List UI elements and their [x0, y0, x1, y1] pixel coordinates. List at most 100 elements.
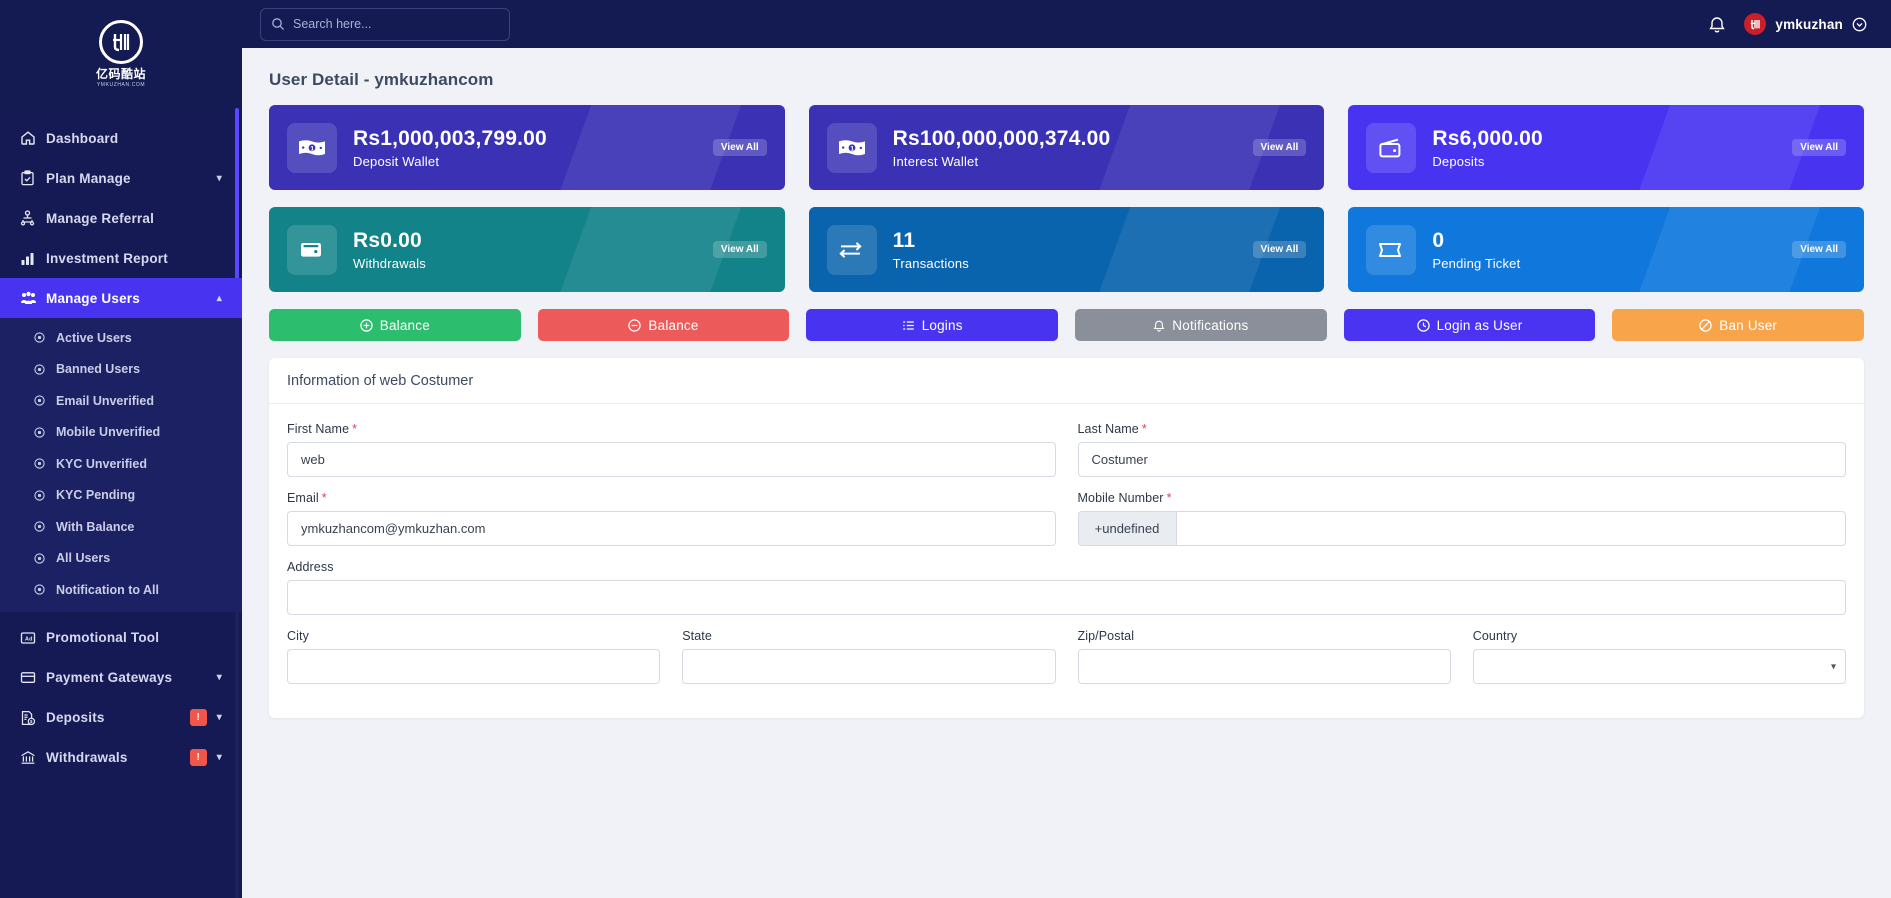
view-all-button[interactable]: View All	[713, 139, 767, 156]
sidebar-item-manage-referral[interactable]: Manage Referral	[0, 198, 242, 238]
user-info-panel: Information of web Costumer First Name* …	[269, 358, 1864, 718]
stat-card-interest-wallet[interactable]: 1 Rs100,000,000,374.00 Interest Wallet V…	[809, 105, 1325, 190]
chevron-down-icon: ▾	[217, 173, 222, 184]
notifications-button[interactable]: Notifications	[1075, 309, 1327, 341]
logins-button[interactable]: Logins	[806, 309, 1058, 341]
stat-text: Rs0.00 Withdrawals	[353, 228, 426, 270]
search-input[interactable]	[293, 17, 499, 31]
required-mark: *	[1167, 491, 1172, 505]
user-menu[interactable]: ymkuzhan	[1744, 13, 1867, 35]
email-input[interactable]	[287, 511, 1056, 546]
form-group-mobile: Mobile Number* +undefined	[1078, 491, 1847, 546]
sidebar-subitem-label: Mobile Unverified	[56, 425, 160, 439]
form-row-contact: Email* Mobile Number* +undefined	[287, 491, 1846, 546]
stat-card-deposits[interactable]: Rs6,000.00 Deposits View All	[1348, 105, 1864, 190]
circle-dot-icon	[34, 332, 56, 343]
sidebar-subitem-kyc-pending[interactable]: KYC Pending	[0, 480, 242, 512]
brand-logo-block[interactable]: 亿码酷站 YMKUZHAN.COM	[0, 0, 242, 108]
last-name-label: Last Name*	[1078, 422, 1847, 436]
stat-card-transactions[interactable]: 11 Transactions View All	[809, 207, 1325, 292]
login-as-user-button[interactable]: Login as User	[1344, 309, 1596, 341]
topbar-right: ymkuzhan	[1708, 13, 1867, 35]
sidebar-subitem-mobile-unverified[interactable]: Mobile Unverified	[0, 417, 242, 449]
sidebar-subitem-with-balance[interactable]: With Balance	[0, 511, 242, 543]
chevron-down-circle-icon[interactable]	[1852, 17, 1867, 32]
form-row-location: City State Zip/Postal	[287, 629, 1846, 684]
country-label: Country	[1473, 629, 1846, 643]
sidebar-item-withdrawals[interactable]: Withdrawals ! ▾	[0, 738, 242, 778]
zip-label: Zip/Postal	[1078, 629, 1451, 643]
subtract-balance-button[interactable]: Balance	[538, 309, 790, 341]
zip-input[interactable]	[1078, 649, 1451, 684]
city-input[interactable]	[287, 649, 660, 684]
mobile-number-input[interactable]	[1176, 511, 1847, 546]
brand-name-latin: YMKUZHAN.COM	[97, 82, 145, 88]
add-balance-button[interactable]: Balance	[269, 309, 521, 341]
sidebar-item-dashboard[interactable]: Dashboard	[0, 118, 242, 158]
credit-card-icon	[20, 671, 46, 684]
bell-icon[interactable]	[1708, 15, 1726, 34]
sidebar-item-label: Payment Gateways	[46, 670, 217, 685]
label-text: State	[682, 629, 712, 643]
plus-circle-icon	[360, 319, 373, 332]
minus-circle-icon	[628, 319, 641, 332]
country-select[interactable]	[1473, 649, 1846, 684]
stat-value: Rs1,000,003,799.00	[353, 126, 547, 151]
sidebar-item-promotional-tool[interactable]: Ad Promotional Tool	[0, 618, 242, 658]
sidebar-subitem-kyc-unverified[interactable]: KYC Unverified	[0, 448, 242, 480]
sidebar-subitem-email-unverified[interactable]: Email Unverified	[0, 385, 242, 417]
stat-card-deposit-wallet[interactable]: 1 Rs1,000,003,799.00 Deposit Wallet View…	[269, 105, 785, 190]
stat-value: Rs0.00	[353, 228, 426, 253]
stat-label: Deposits	[1432, 154, 1543, 169]
button-label: Ban User	[1719, 318, 1777, 333]
user-name: ymkuzhan	[1775, 17, 1843, 32]
stat-card-withdrawals[interactable]: Rs0.00 Withdrawals View All	[269, 207, 785, 292]
form-group-address: Address	[287, 560, 1846, 615]
view-all-button[interactable]: View All	[1253, 241, 1307, 258]
stat-label: Withdrawals	[353, 256, 426, 271]
ad-box-icon: Ad	[20, 631, 46, 645]
mobile-label: Mobile Number*	[1078, 491, 1847, 505]
sidebar-item-deposits[interactable]: $ Deposits ! ▾	[0, 698, 242, 738]
stat-card-pending-ticket[interactable]: 0 Pending Ticket View All	[1348, 207, 1864, 292]
view-all-button[interactable]: View All	[713, 241, 767, 258]
stat-text: 0 Pending Ticket	[1432, 228, 1520, 270]
first-name-input[interactable]	[287, 442, 1056, 477]
stat-value: Rs6,000.00	[1432, 126, 1543, 151]
home-icon	[20, 130, 46, 146]
sidebar-item-payment-gateways[interactable]: Payment Gateways ▾	[0, 658, 242, 698]
state-input[interactable]	[682, 649, 1055, 684]
sidebar-subitem-all-users[interactable]: All Users	[0, 543, 242, 575]
form-group-first-name: First Name*	[287, 422, 1056, 477]
circle-dot-icon	[34, 584, 56, 595]
app-root: 亿码酷站 YMKUZHAN.COM Dashboard	[0, 0, 1891, 898]
wallet-icon	[1366, 123, 1416, 173]
circle-dot-icon	[34, 553, 56, 564]
chevron-down-icon: ▾	[217, 672, 222, 683]
sidebar-subitem-banned-users[interactable]: Banned Users	[0, 354, 242, 386]
required-mark: *	[322, 491, 327, 505]
sidebar-subitem-active-users[interactable]: Active Users	[0, 322, 242, 354]
form-row-address: Address	[287, 560, 1846, 615]
view-all-button[interactable]: View All	[1792, 139, 1846, 156]
sidebar-subitem-label: KYC Unverified	[56, 457, 147, 471]
country-dial-code: +undefined	[1078, 511, 1176, 546]
view-all-button[interactable]: View All	[1253, 139, 1307, 156]
form-group-country: Country ▾	[1473, 629, 1846, 684]
stat-label: Interest Wallet	[893, 154, 1111, 169]
address-input[interactable]	[287, 580, 1846, 615]
sidebar-item-manage-users[interactable]: Manage Users ▴	[0, 278, 242, 318]
stat-text: Rs6,000.00 Deposits	[1432, 126, 1543, 168]
required-mark: *	[352, 422, 357, 436]
ban-user-button[interactable]: Ban User	[1612, 309, 1864, 341]
last-name-input[interactable]	[1078, 442, 1847, 477]
sidebar-item-label: Dashboard	[46, 131, 222, 146]
sidebar-subitem-notification-to-all[interactable]: Notification to All	[0, 574, 242, 606]
sidebar-item-investment-report[interactable]: Investment Report	[0, 238, 242, 278]
sidebar-item-plan-manage[interactable]: Plan Manage ▾	[0, 158, 242, 198]
panel-heading: Information of web Costumer	[269, 358, 1864, 404]
bank-icon	[20, 750, 46, 765]
search-box[interactable]	[260, 8, 510, 41]
action-buttons-row: Balance Balance Logins	[269, 309, 1864, 341]
view-all-button[interactable]: View All	[1792, 241, 1846, 258]
